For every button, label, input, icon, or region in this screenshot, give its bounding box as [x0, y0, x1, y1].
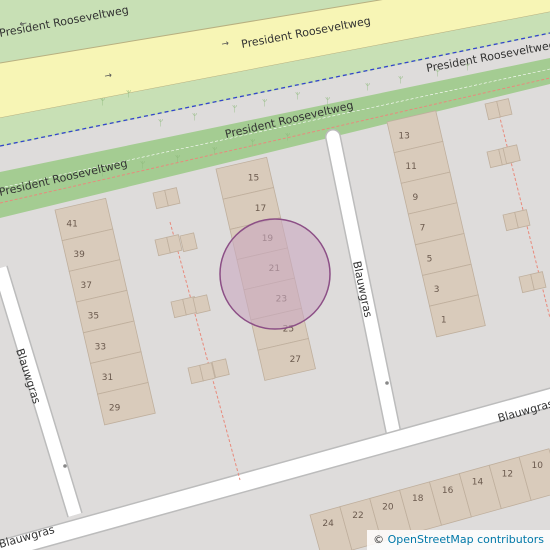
shed: [179, 232, 198, 253]
house-number-bottom-10: 10: [532, 461, 544, 471]
turning-point-dot: [385, 381, 389, 385]
house-number-bottom-18: 18: [412, 494, 424, 504]
house-number-right-11: 11: [405, 162, 416, 172]
house-number-left-39: 39: [73, 250, 85, 260]
turning-point-dot-west: [63, 464, 67, 468]
copyright-symbol: ©: [373, 533, 385, 546]
house-number-middle-17: 17: [255, 204, 266, 214]
house-number-bottom-20: 20: [382, 503, 394, 513]
house-number-left-31: 31: [102, 373, 113, 383]
osm-contributors-link[interactable]: OpenStreetMap contributors: [388, 533, 544, 546]
house-number-bottom-14: 14: [472, 478, 484, 488]
svg-text:ᛘ: ᛘ: [365, 83, 370, 93]
house-number-bottom-16: 16: [442, 486, 454, 496]
shed-extra-4: [502, 144, 521, 165]
svg-text:ᛘ: ᛘ: [158, 119, 163, 129]
house-number-right-5: 5: [427, 254, 433, 264]
svg-text:ᛘ: ᛘ: [295, 92, 300, 102]
location-marker-circle[interactable]: [219, 218, 331, 330]
svg-text:ᛘ: ᛘ: [140, 161, 145, 171]
house-number-left-35: 35: [88, 312, 99, 322]
shed: [192, 294, 211, 315]
shed-extra-3: [211, 358, 230, 379]
svg-text:ᛘ: ᛘ: [126, 90, 131, 100]
house-number-right-1: 1: [441, 316, 447, 326]
map-attribution: © OpenStreetMap contributors: [367, 530, 550, 550]
house-number-left-41: 41: [66, 220, 77, 230]
house-number-right-7: 7: [420, 224, 426, 234]
map-canvas[interactable]: ᛘᛘᛘ ᛘᛘᛘ ᛘᛘᛘ ᛘᛘᛘ ᛘᛘᛘ ᛘᛘᛘ ᛘ 15 17 25 27 41…: [0, 0, 550, 550]
house-number-left-29: 29: [109, 404, 121, 414]
svg-text:ᛘ: ᛘ: [250, 139, 255, 149]
house-number-bottom-22: 22: [352, 511, 363, 521]
svg-text:ᛘ: ᛘ: [192, 113, 197, 123]
house-number-middle-27: 27: [290, 355, 301, 365]
shed: [502, 144, 521, 165]
house-number-right-3: 3: [434, 285, 440, 295]
map-svg: ᛘᛘᛘ ᛘᛘᛘ ᛘ ᛘᛘ ᛘᛘᛘ ᛘ ᛘᛘ ᛘᛘᛘ ᛘ 15172527 413…: [0, 0, 550, 550]
house-number-left-37: 37: [81, 281, 92, 291]
house-number-right-9: 9: [413, 193, 419, 203]
svg-text:ᛘ: ᛘ: [100, 98, 105, 108]
shed-extra-2: [192, 294, 211, 315]
shed: [211, 358, 230, 379]
shed-extra-1: [179, 232, 198, 253]
house-number-middle-15: 15: [248, 174, 259, 184]
house-number-bottom-24: 24: [322, 519, 334, 529]
house-number-bottom-12: 12: [502, 469, 513, 479]
svg-text:ᛘ: ᛘ: [232, 105, 237, 115]
house-number-right-13: 13: [398, 132, 409, 142]
svg-text:ᛘ: ᛘ: [212, 147, 217, 157]
house-number-left-33: 33: [95, 342, 106, 352]
svg-text:ᛘ: ᛘ: [285, 133, 290, 143]
svg-text:ᛘ: ᛘ: [398, 76, 403, 86]
svg-text:ᛘ: ᛘ: [262, 99, 267, 109]
